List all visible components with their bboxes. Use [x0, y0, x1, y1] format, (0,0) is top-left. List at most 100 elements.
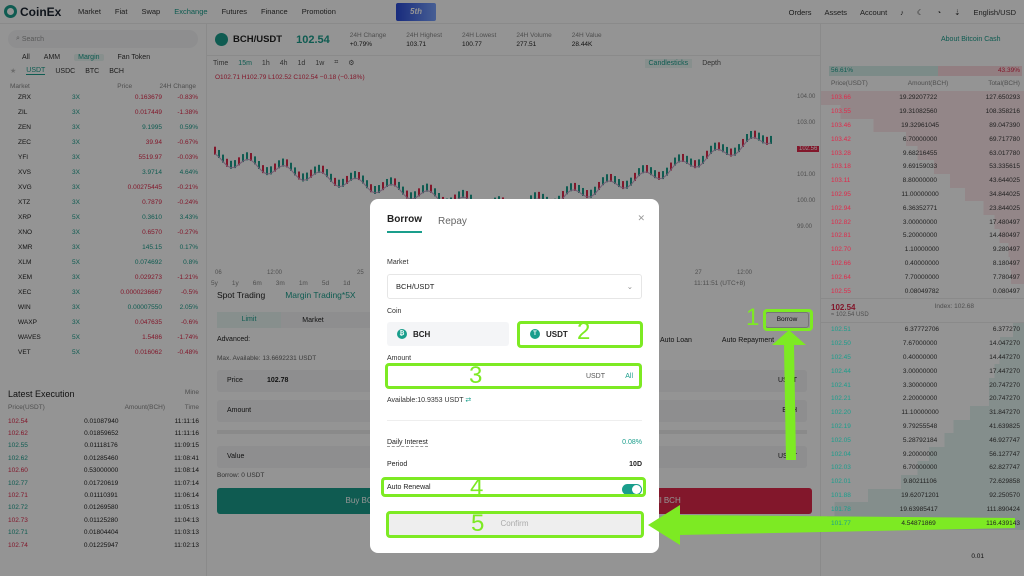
ob-total: 46.927747 [989, 436, 1020, 444]
ob-total: 6.377270 [992, 326, 1020, 334]
period-label: Period [387, 461, 408, 468]
ob-price: 103.55 [831, 108, 851, 116]
ob-amount: 1.10000000 [904, 246, 940, 254]
ob-amount: 5.20000000 [902, 232, 938, 240]
ob-price: 102.04 [831, 450, 851, 458]
ob-amount: 19.63985417 [899, 505, 938, 513]
close-icon[interactable]: ✕ [637, 213, 645, 224]
period-value: 10D [629, 461, 642, 468]
ob-total: 111.890424 [986, 505, 1020, 513]
ob-price: 102.81 [831, 232, 851, 240]
ob-total: 116.439143 [986, 519, 1020, 527]
ob-price: 103.42 [831, 135, 851, 143]
ob-price: 103.11 [831, 177, 851, 185]
ob-total: 0.080497 [992, 287, 1020, 295]
ob-price: 102.45 [831, 353, 851, 361]
ob-price: 102.03 [831, 464, 851, 472]
ob-total: 92.250570 [989, 491, 1020, 499]
ob-amount: 6.70000000 [902, 135, 938, 143]
ob-price: 102.55 [831, 287, 851, 295]
available-text: Available:10.9353 USDT [387, 397, 464, 404]
ob-price: 102.41 [831, 381, 851, 389]
ob-price: 102.50 [831, 340, 851, 348]
ob-amount: 19.31082560 [899, 108, 938, 116]
ob-total: 63.017780 [989, 149, 1020, 157]
coin-option-bch[interactable]: ₿ BCH [387, 322, 509, 346]
ob-price: 103.66 [831, 94, 851, 102]
ob-total: 7.780497 [992, 273, 1020, 281]
ob-price: 102.20 [831, 409, 851, 417]
highlight-amount-input [385, 363, 642, 389]
ob-price: 103.28 [831, 149, 851, 157]
bch-icon: ₿ [397, 329, 407, 339]
ob-price: 102.51 [831, 326, 851, 334]
daily-interest-label: Daily Interest [387, 439, 428, 447]
ob-amount: 3.30000000 [902, 381, 938, 389]
ob-price: 101.88 [831, 491, 851, 499]
coin-label: Coin [387, 308, 402, 315]
ob-total: 41.639825 [989, 422, 1020, 430]
ob-price: 102.82 [831, 218, 851, 226]
ob-amount: 19.32961045 [901, 121, 940, 129]
ob-total: 14.447270 [989, 353, 1020, 361]
ob-amount: 2.20000000 [902, 395, 938, 403]
ob-amount: 0.40000000 [902, 353, 938, 361]
transfer-icon[interactable]: ⇄ [465, 397, 471, 404]
ob-total: 108.358216 [985, 108, 1020, 116]
ob-total: 9.280497 [992, 246, 1020, 254]
ob-total: 72.629858 [989, 478, 1020, 486]
ob-total: 34.844025 [989, 190, 1020, 198]
ob-price: 102.44 [831, 367, 851, 375]
ob-total: 69.717780 [989, 135, 1020, 143]
ob-amount: 11.00000000 [901, 190, 939, 198]
ob-total: 14.480497 [989, 232, 1020, 240]
ob-total: 31.847270 [989, 409, 1020, 417]
ob-total: 56.127747 [989, 450, 1020, 458]
modal-tab-borrow[interactable]: Borrow [387, 214, 422, 233]
ob-total: 53.335615 [989, 163, 1020, 171]
ob-price: 102.19 [831, 422, 851, 430]
step-number-1: 1 [746, 304, 760, 331]
available-balance: Available:10.9353 USDT ⇄ [387, 396, 471, 404]
ob-amount: 9.68216455 [902, 149, 938, 157]
ob-price: 102.64 [831, 273, 851, 281]
ob-amount: 9.80211106 [903, 478, 937, 486]
ob-total: 23.844025 [989, 204, 1020, 212]
modal-divider [387, 420, 642, 421]
ob-price: 102.66 [831, 259, 851, 267]
ob-price: 103.18 [831, 163, 851, 171]
step-number-5: 5 [471, 510, 485, 537]
step-number-4: 4 [470, 474, 484, 501]
ob-amount: 19.62071201 [901, 491, 940, 499]
ob-total: 17.480497 [989, 218, 1020, 226]
ob-price: 102.05 [831, 436, 851, 444]
ob-total: 89.047390 [989, 121, 1020, 129]
ob-amount: 7.67000000 [902, 340, 938, 348]
ob-amount: 4.54871869 [901, 519, 936, 527]
coin-bch-label: BCH [413, 329, 431, 339]
market-select[interactable]: BCH/USDT ⌄ [387, 274, 642, 299]
ob-total: 20.747270 [989, 395, 1020, 403]
ob-price: 101.77 [831, 519, 851, 527]
ob-amount: 6.70000000 [902, 464, 938, 472]
ob-price: 102.94 [831, 204, 851, 212]
ob-total: 62.827747 [989, 464, 1020, 472]
step-number-2: 2 [577, 318, 591, 345]
ob-amount: 3.00000000 [902, 367, 938, 375]
ob-total: 127.650293 [985, 94, 1020, 102]
ob-amount: 5.28792184 [902, 436, 938, 444]
ob-amount: 11.10000000 [901, 409, 939, 417]
ob-amount: 6.37772706 [904, 326, 940, 334]
ob-price: 102.70 [831, 246, 851, 254]
ob-amount: 9.79255548 [902, 422, 938, 430]
ob-amount: 3.00000000 [902, 218, 938, 226]
ob-price: 103.46 [831, 121, 851, 129]
market-label: Market [387, 259, 409, 266]
chevron-down-icon: ⌄ [626, 282, 633, 291]
ob-amount: 6.36352771 [902, 204, 938, 212]
ob-amount: 0.40000000 [904, 259, 940, 267]
modal-tab-repay[interactable]: Repay [438, 216, 467, 233]
ob-price: 102.95 [831, 190, 851, 198]
ob-total: 17.447270 [989, 367, 1020, 375]
ob-amount: 0.08049782 [904, 287, 940, 295]
